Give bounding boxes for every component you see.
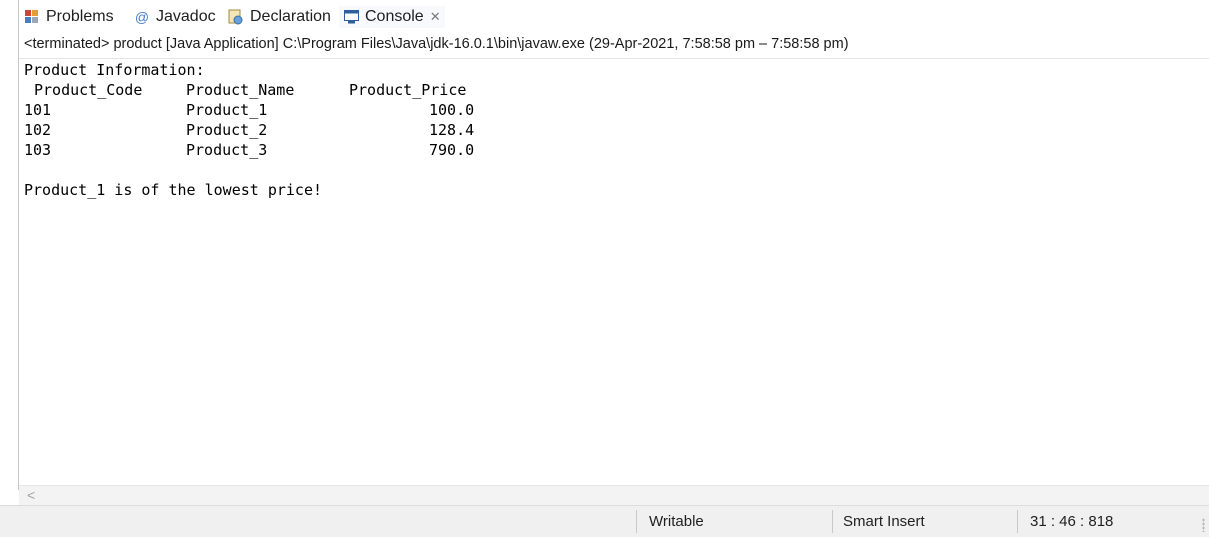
result-message: Product_1 is of the lowest price! xyxy=(24,181,323,199)
view-tab-bar: Problems @ Javadoc Declaration Console ✕ xyxy=(19,0,1209,33)
table-row: 102 Product_2 128.4 xyxy=(24,120,474,140)
table-header-row: Product_Code Product_Name Product_Price xyxy=(24,80,466,100)
tab-declaration[interactable]: Declaration xyxy=(228,6,331,28)
tab-declaration-label: Declaration xyxy=(250,8,331,25)
cell-code: 102 xyxy=(24,121,52,139)
declaration-icon xyxy=(228,9,244,25)
status-insert-mode: Smart Insert xyxy=(843,513,925,530)
status-cursor-position: 31 : 46 : 818 xyxy=(1030,513,1114,530)
cell-code: 101 xyxy=(24,101,52,119)
cell-name: Product_1 xyxy=(186,101,268,119)
cell-code: 103 xyxy=(24,141,52,159)
table-row: 101 Product_1 100.0 xyxy=(24,100,474,120)
close-icon[interactable]: ✕ xyxy=(430,9,441,25)
table-row: 103 Product_3 790.0 xyxy=(24,140,474,160)
column-header-name: Product_Name xyxy=(186,81,295,99)
cell-price: 128.4 xyxy=(429,121,475,139)
tab-problems-label: Problems xyxy=(46,8,114,25)
console-icon xyxy=(343,9,359,25)
status-separator xyxy=(832,510,833,533)
tab-javadoc-label: Javadoc xyxy=(156,8,216,25)
column-header-code: Product_Code xyxy=(34,81,143,99)
status-separator xyxy=(636,510,637,533)
cell-price: 100.0 xyxy=(429,101,475,119)
resize-grip-icon[interactable] xyxy=(1202,518,1205,532)
javadoc-icon: @ xyxy=(134,9,150,25)
left-border xyxy=(18,0,19,490)
console-output[interactable]: Product Information: Product_Code Produc… xyxy=(24,60,474,200)
problems-icon xyxy=(24,9,40,25)
status-separator xyxy=(1017,510,1018,533)
status-bar: Writable Smart Insert 31 : 46 : 818 xyxy=(0,505,1209,537)
scroll-left-icon[interactable]: < xyxy=(27,487,35,503)
tab-console-label: Console xyxy=(365,8,424,25)
tab-problems[interactable]: Problems xyxy=(24,6,114,28)
tab-javadoc[interactable]: @ Javadoc xyxy=(134,6,216,28)
cell-name: Product_2 xyxy=(186,121,268,139)
column-header-price: Product_Price xyxy=(349,81,467,99)
console-heading: Product Information: xyxy=(24,61,205,79)
tab-console[interactable]: Console ✕ xyxy=(339,6,445,28)
process-status-line: <terminated> product [Java Application] … xyxy=(24,36,849,52)
cell-price: 790.0 xyxy=(429,141,475,159)
cell-name: Product_3 xyxy=(186,141,268,159)
left-gutter xyxy=(0,0,18,536)
status-writable: Writable xyxy=(649,513,704,530)
horizontal-scrollbar[interactable]: < xyxy=(19,485,1209,505)
